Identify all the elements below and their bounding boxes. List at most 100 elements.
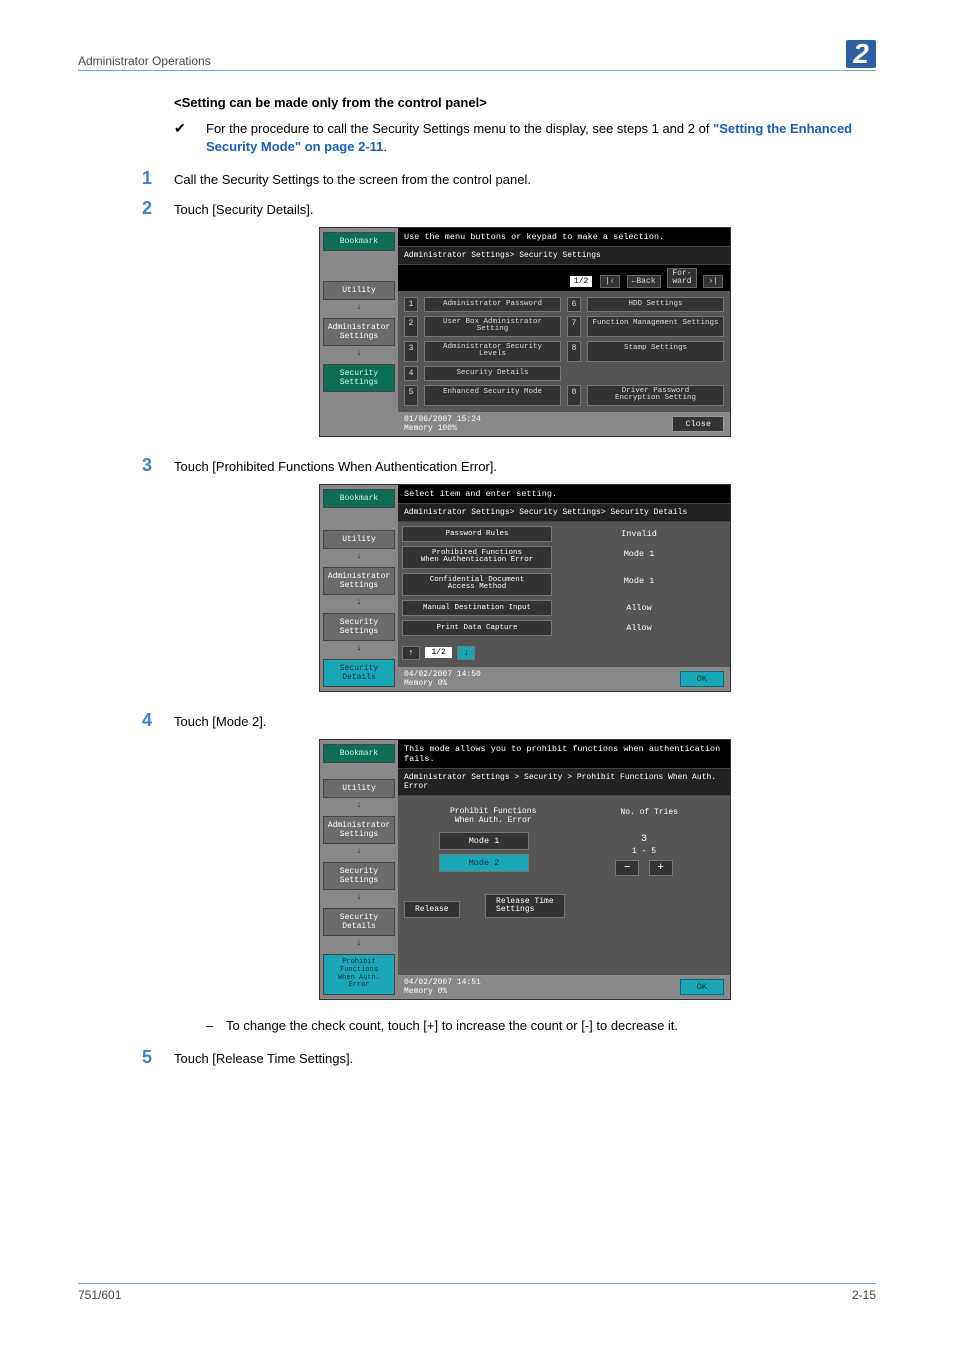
mode-2-button[interactable]: Mode 2	[439, 854, 529, 872]
page-header: Administrator Operations 2	[78, 40, 876, 71]
close-button[interactable]: Close	[672, 416, 724, 432]
menu-hdd-settings[interactable]: HDD Settings	[587, 297, 724, 312]
back-button[interactable]: ←Back	[627, 275, 661, 288]
sidebar-security-settings[interactable]: Security Settings	[323, 862, 395, 890]
footer-right: 2-15	[852, 1288, 876, 1302]
step-text: Call the Security Settings to the screen…	[174, 168, 876, 189]
step-text: Touch [Release Time Settings].	[174, 1047, 876, 1068]
step-1: 1 Call the Security Settings to the scre…	[142, 168, 876, 189]
content-column: <Setting can be made only from the contr…	[78, 95, 876, 1068]
menu-num: 6	[567, 297, 581, 312]
main-panel: This mode allows you to prohibit functio…	[398, 740, 730, 999]
sidebar-prohibit-functions[interactable]: Prohibit Functions When Auth. Error	[323, 954, 395, 995]
sidebar-utility[interactable]: Utility	[323, 779, 395, 798]
menu-enhanced-security[interactable]: Enhanced Security Mode	[424, 385, 561, 406]
menu-stamp-settings[interactable]: Stamp Settings	[587, 341, 724, 362]
opt-manual-dest[interactable]: Manual Destination Input	[402, 600, 552, 616]
menu-driver-password[interactable]: Driver Password Encryption Setting	[587, 385, 724, 406]
menu-num: 4	[404, 366, 418, 381]
sidebar: Bookmark Utility ↓ Administrator Setting…	[320, 485, 398, 691]
step-number: 1	[142, 168, 174, 189]
val-prohibited-functions: Mode 1	[552, 546, 726, 569]
sidebar: Bookmark Utility ↓ Administrator Setting…	[320, 740, 398, 999]
menu-num: 5	[404, 385, 418, 406]
opt-print-data-capture[interactable]: Print Data Capture	[402, 620, 552, 636]
page-up-button[interactable]: ↑	[402, 646, 420, 660]
minus-button[interactable]: −	[615, 860, 639, 876]
step-number: 3	[142, 455, 174, 476]
opt-prohibited-functions[interactable]: Prohibited Functions When Authentication…	[402, 546, 552, 569]
footer-date: 01/06/2007 15:24	[404, 415, 481, 424]
menu-security-details[interactable]: Security Details	[424, 366, 561, 381]
sidebar-security-details[interactable]: Security Details	[323, 908, 395, 936]
sidebar-security-settings[interactable]: Security Settings	[323, 364, 395, 392]
sidebar-security-settings[interactable]: Security Settings	[323, 613, 395, 641]
step-number: 4	[142, 710, 174, 731]
footer-memory: Memory 0%	[404, 679, 481, 688]
page-down-button[interactable]: ↓	[457, 646, 475, 660]
menu-admin-security-levels[interactable]: Administrator Security Levels	[424, 341, 561, 362]
menu-function-mgmt[interactable]: Function Management Settings	[587, 316, 724, 337]
tries-value: 3	[564, 834, 724, 845]
sidebar-bookmark[interactable]: Bookmark	[323, 744, 395, 763]
security-details-screen: Bookmark Utility ↓ Administrator Setting…	[319, 484, 731, 692]
chevron-down-icon: ↓	[320, 597, 398, 607]
sidebar-security-details[interactable]: Security Details	[323, 659, 395, 687]
mode-1-button[interactable]: Mode 1	[439, 832, 529, 850]
val-confidential-doc: Mode 1	[552, 573, 726, 596]
step-text: Touch [Security Details].	[174, 198, 876, 219]
screenshot-3: Bookmark Utility ↓ Administrator Setting…	[174, 739, 876, 1000]
breadcrumb: Administrator Settings > Security > Proh…	[398, 768, 730, 796]
menu-admin-password[interactable]: Administrator Password	[424, 297, 561, 312]
opt-confidential-doc[interactable]: Confidential Document Access Method	[402, 573, 552, 596]
mode-panel: Prohibit Functions When Auth. Error No. …	[398, 796, 730, 975]
col-prohibit-header: Prohibit Functions When Auth. Error	[450, 808, 536, 826]
page-footer: 751/601 2-15	[78, 1283, 876, 1302]
screenshot-1: Bookmark Utility ↓ Administrator Setting…	[174, 227, 876, 437]
sidebar-bookmark[interactable]: Bookmark	[323, 232, 395, 251]
ok-button[interactable]: OK	[680, 671, 724, 687]
goto-first-button[interactable]: |‹	[600, 275, 620, 288]
menu-num: 2	[404, 316, 418, 337]
plus-button[interactable]: +	[649, 860, 673, 876]
dash-icon: –	[206, 1018, 226, 1033]
forward-button[interactable]: For- ward	[667, 268, 696, 288]
pager-toolbar: 1/2 |‹ ←Back For- ward ›|	[398, 265, 730, 291]
main-panel: Select item and enter setting. Administr…	[398, 485, 730, 691]
chevron-down-icon: ↓	[320, 846, 398, 856]
opt-password-rules[interactable]: Password Rules	[402, 526, 552, 542]
footer-info: 01/06/2007 15:24 Memory 100%	[404, 415, 481, 433]
chevron-down-icon: ↓	[320, 551, 398, 561]
step-3: 3 Touch [Prohibited Functions When Authe…	[142, 455, 876, 476]
sidebar-bookmark[interactable]: Bookmark	[323, 489, 395, 508]
chevron-down-icon: ↓	[320, 892, 398, 902]
chevron-down-icon: ↓	[320, 800, 398, 810]
chapter-number: 2	[846, 40, 876, 68]
goto-last-button[interactable]: ›|	[703, 275, 723, 288]
sidebar-utility[interactable]: Utility	[323, 530, 395, 549]
security-settings-screen: Bookmark Utility ↓ Administrator Setting…	[319, 227, 731, 437]
tries-range: 1 - 5	[564, 847, 724, 856]
chevron-down-icon: ↓	[320, 302, 398, 312]
check-bullet-row: ✔ For the procedure to call the Security…	[174, 120, 876, 156]
sidebar-admin-settings[interactable]: Administrator Settings	[323, 567, 395, 595]
ok-button[interactable]: OK	[680, 979, 724, 995]
footer-memory: Memory 100%	[404, 424, 481, 433]
sidebar-admin-settings[interactable]: Administrator Settings	[323, 816, 395, 844]
page-indicator: 1/2	[425, 647, 451, 658]
release-time-settings-button[interactable]: Release Time Settings	[485, 894, 565, 918]
prohibit-functions-screen: Bookmark Utility ↓ Administrator Setting…	[319, 739, 731, 1000]
menu-user-box-admin[interactable]: User Box Administrator Setting	[424, 316, 561, 337]
step-number: 5	[142, 1047, 174, 1068]
menu-num: 3	[404, 341, 418, 362]
menu-num: 1	[404, 297, 418, 312]
sidebar: Bookmark Utility ↓ Administrator Setting…	[320, 228, 398, 436]
release-button[interactable]: Release	[404, 901, 460, 918]
breadcrumb: Administrator Settings> Security Setting…	[398, 503, 730, 522]
sidebar-admin-settings[interactable]: Administrator Settings	[323, 318, 395, 346]
sidebar-utility[interactable]: Utility	[323, 281, 395, 300]
footer-bar: 04/02/2007 14:50 Memory 0% OK	[398, 667, 730, 691]
dash-note: – To change the check count, touch [+] t…	[206, 1018, 876, 1033]
chevron-down-icon: ↓	[320, 643, 398, 653]
check-icon: ✔	[174, 120, 206, 156]
